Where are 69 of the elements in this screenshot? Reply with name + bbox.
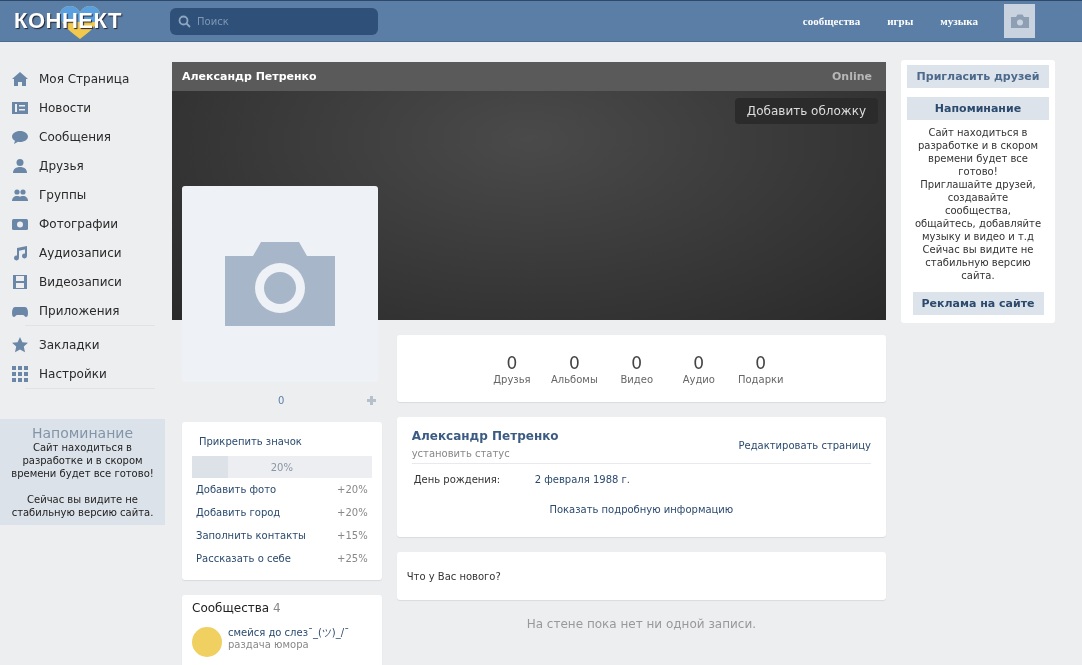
sidebar-item[interactable]: Приложения bbox=[0, 296, 165, 325]
add-cover-button[interactable]: Добавить обложку bbox=[734, 98, 878, 124]
task-link[interactable]: Рассказать о себе bbox=[196, 552, 291, 565]
sidebar-item[interactable]: Моя Страница bbox=[0, 64, 165, 93]
communities-title: Сообщества bbox=[192, 601, 270, 615]
profile-name: Александр Петренко bbox=[411, 429, 559, 443]
ads-button[interactable]: Реклама на сайте bbox=[912, 292, 1044, 315]
home-icon bbox=[12, 70, 28, 87]
star-icon bbox=[12, 336, 28, 353]
sidebar-item[interactable]: Фотографии bbox=[0, 209, 165, 238]
stat-counter[interactable]: 0 Видео bbox=[613, 352, 660, 385]
community-avatar[interactable] bbox=[192, 627, 222, 657]
stat-counter[interactable]: 0 Подарки bbox=[737, 352, 784, 385]
sidebar-item[interactable]: Сообщения bbox=[0, 122, 165, 151]
stat-counter[interactable]: 0 Аудио bbox=[675, 352, 722, 385]
show-details-link[interactable]: Показать подробную информацию bbox=[549, 504, 734, 515]
field-value: 2 февраля 1988 г. bbox=[534, 474, 630, 485]
plus-icon[interactable] bbox=[366, 395, 376, 405]
reminder-note: Сейчас вы видите не стабильную версию сайта. bbox=[10, 493, 155, 519]
profile-name: Александр Петренко bbox=[182, 70, 317, 83]
invite-friends-button[interactable]: Пригласить друзей bbox=[907, 65, 1049, 88]
header-link[interactable]: музыка bbox=[940, 15, 978, 27]
attach-badge-link[interactable]: Прикрепить значок bbox=[192, 436, 372, 447]
music-icon bbox=[12, 244, 28, 261]
task-bonus: +25% bbox=[337, 552, 368, 565]
sidebar-item[interactable]: Настройки bbox=[0, 359, 165, 388]
header-link[interactable]: игры bbox=[887, 15, 914, 27]
community-name[interactable]: смейся до слез¯_(ツ)_/¯ bbox=[228, 627, 350, 639]
camera-icon bbox=[225, 242, 335, 326]
edit-page-link[interactable]: Редактировать страницу bbox=[738, 440, 871, 451]
task-link[interactable]: Добавить фото bbox=[196, 483, 277, 496]
post-field[interactable]: Что у Вас нового? bbox=[396, 552, 886, 600]
empty-wall-text: На стене пока нет ни одной записи. bbox=[525, 617, 757, 631]
reminder-title: Напоминание bbox=[907, 97, 1049, 120]
task-bonus: +20% bbox=[337, 483, 368, 496]
sidebar-item[interactable]: Закладки bbox=[0, 330, 165, 359]
group-icon bbox=[12, 186, 28, 203]
avatar-count: 0 bbox=[278, 394, 285, 406]
task-link[interactable]: Заполнить контакты bbox=[196, 529, 306, 542]
reminder-title: Напоминание bbox=[30, 425, 135, 441]
sidebar-item[interactable]: Друзья bbox=[0, 151, 165, 180]
news-icon bbox=[12, 99, 28, 116]
task-link[interactable]: Добавить город bbox=[196, 506, 281, 519]
stat-counter[interactable]: 0 Друзья bbox=[488, 352, 535, 385]
video-icon bbox=[12, 273, 28, 290]
stat-counter[interactable]: 0 Альбомы bbox=[550, 352, 598, 385]
camera-icon bbox=[1010, 14, 1029, 28]
header-link[interactable]: сообщества bbox=[802, 15, 861, 27]
avatar-card[interactable] bbox=[182, 186, 378, 382]
field-label: День рождения: bbox=[413, 474, 502, 485]
search-field[interactable]: Поиск bbox=[170, 7, 378, 35]
friend-icon bbox=[12, 157, 28, 174]
user-avatar[interactable] bbox=[1004, 4, 1035, 38]
communities-count: 4 bbox=[273, 601, 281, 615]
online-status: Online bbox=[832, 70, 872, 83]
sidebar-item[interactable]: Группы bbox=[0, 180, 165, 209]
sidebar-item[interactable]: Аудиозаписи bbox=[0, 238, 165, 267]
site-logo[interactable]: КОННЕКТ bbox=[14, 8, 122, 34]
progress-reading: 20% bbox=[270, 461, 293, 473]
set-status-link[interactable]: установить статус bbox=[411, 448, 559, 459]
community-subtitle: раздача юмора bbox=[228, 639, 310, 651]
reminder-text: Сайт находиться в разработке и в скором времени будет все готово! bbox=[10, 441, 155, 480]
grid-icon bbox=[12, 365, 28, 382]
task-bonus: +15% bbox=[337, 529, 368, 542]
sidebar-item[interactable]: Видеозаписи bbox=[0, 267, 165, 296]
reminder-text: Сайт находиться в разработке и в скором времени будет все готово! Приглашайте друзей, создавайте сообщества, общайтесь, добавляйте музыку и видео и т.д Сейчас вы видите не стабильную версию сайта. bbox=[913, 126, 1043, 283]
task-bonus: +20% bbox=[337, 506, 368, 519]
messages-icon bbox=[12, 128, 28, 145]
sidebar-item[interactable]: Новости bbox=[0, 93, 165, 122]
